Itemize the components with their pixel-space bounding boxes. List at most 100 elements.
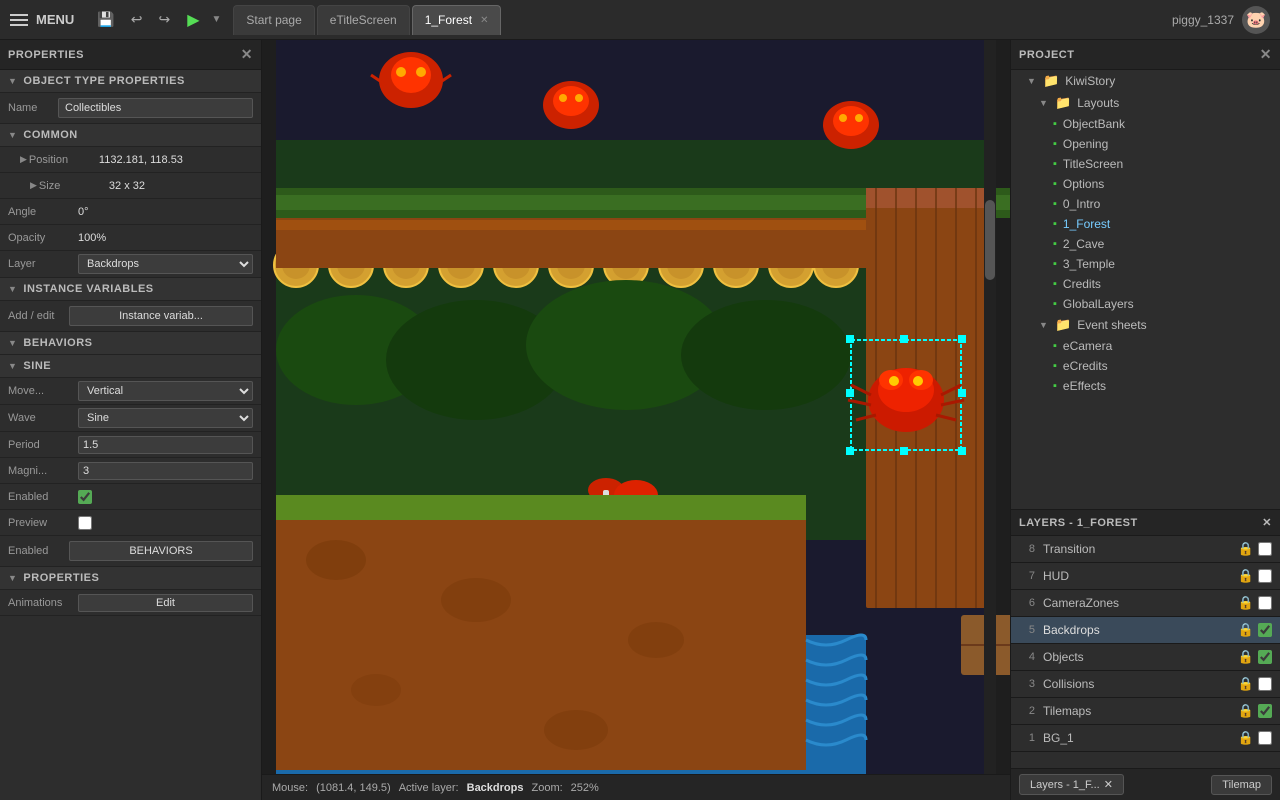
layer-row-5[interactable]: 5 Backdrops 🔒 <box>1011 617 1280 644</box>
tilemap-btn[interactable]: Tilemap <box>1211 775 1272 795</box>
period-input[interactable] <box>78 436 253 454</box>
tree-item-1forest[interactable]: ▪ 1_Forest <box>1011 214 1280 234</box>
layer-row-7[interactable]: 7 HUD 🔒 <box>1011 563 1280 590</box>
layers-tab-close[interactable]: ✕ <box>1104 778 1113 791</box>
layer-row-4[interactable]: 4 Objects 🔒 <box>1011 644 1280 671</box>
tree-item-3temple[interactable]: ▪ 3_Temple <box>1011 254 1280 274</box>
angle-value: 0° <box>78 206 253 218</box>
layer-select[interactable]: Backdrops <box>78 254 253 274</box>
lock-icon-8[interactable]: 🔒 <box>1238 541 1254 557</box>
layer-select-wrapper[interactable]: Backdrops <box>78 254 253 274</box>
tree-item-options-label: Options <box>1063 177 1104 191</box>
section-arrow-sine: ▼ <box>8 361 17 371</box>
tree-layouts[interactable]: ▼ 📁 Layouts <box>1011 92 1280 114</box>
lock-icon-7[interactable]: 🔒 <box>1238 568 1254 584</box>
lock-icon-3[interactable]: 🔒 <box>1238 676 1254 692</box>
tab-forest[interactable]: 1_Forest ✕ <box>412 5 502 35</box>
tree-event-sheets[interactable]: ▼ 📁 Event sheets <box>1011 314 1280 336</box>
layer-row-8[interactable]: 8 Transition 🔒 <box>1011 536 1280 563</box>
tree-item-titlescreen[interactable]: ▪ TitleScreen <box>1011 154 1280 174</box>
project-close[interactable]: ✕ <box>1260 46 1272 63</box>
tree-item-eeffects[interactable]: ▪ eEffects <box>1011 376 1280 396</box>
section-properties-sub[interactable]: ▼ PROPERTIES <box>0 567 261 590</box>
preview-checkbox[interactable] <box>78 516 92 530</box>
lock-icon-2[interactable]: 🔒 <box>1238 703 1254 719</box>
tree-item-objectbank[interactable]: ▪ ObjectBank <box>1011 114 1280 134</box>
section-behaviors[interactable]: ▼ BEHAVIORS <box>0 332 261 355</box>
section-common[interactable]: ▼ COMMON <box>0 124 261 147</box>
menu-label[interactable]: MENU <box>36 12 74 27</box>
layer-row-6[interactable]: 6 CameraZones 🔒 <box>1011 590 1280 617</box>
menu-area[interactable]: MENU <box>0 12 84 27</box>
tree-file-icon-objectbank: ▪ <box>1053 118 1057 130</box>
instance-add-edit-label: Add / edit <box>8 310 63 322</box>
section-instance-vars[interactable]: ▼ INSTANCE VARIABLES <box>0 278 261 301</box>
toolbar-icons: 💾 ↩ ↪ ▶ ▼ <box>84 8 229 32</box>
canvas-area[interactable]: Mouse: (1081.4, 149.5) Active layer: Bac… <box>262 40 1010 800</box>
redo-button[interactable]: ↪ <box>153 8 175 31</box>
tab-title-screen[interactable]: eTitleScreen <box>317 5 410 35</box>
animations-edit-btn[interactable]: Edit <box>78 594 253 612</box>
tree-item-2cave[interactable]: ▪ 2_Cave <box>1011 234 1280 254</box>
tree-item-options[interactable]: ▪ Options <box>1011 174 1280 194</box>
move-select[interactable]: Vertical <box>78 381 253 401</box>
move-select-wrapper[interactable]: Vertical <box>78 381 253 401</box>
layer-vis-3[interactable] <box>1258 677 1272 691</box>
tree-item-titlescreen-label: TitleScreen <box>1063 157 1123 171</box>
tree-item-credits[interactable]: ▪ Credits <box>1011 274 1280 294</box>
layers-tab-btn[interactable]: Layers - 1_F... ✕ <box>1019 774 1124 795</box>
position-label: Position <box>29 154 99 166</box>
opacity-label: Opacity <box>8 232 78 244</box>
magni-input[interactable] <box>78 462 253 480</box>
tree-file-icon-3temple: ▪ <box>1053 258 1057 270</box>
save-button[interactable]: 💾 <box>92 8 119 31</box>
layer-vis-7[interactable] <box>1258 569 1272 583</box>
instance-add-edit-btn[interactable]: Instance variab... <box>69 306 253 326</box>
animations-row: Animations Edit <box>0 590 261 616</box>
hamburger-icon[interactable] <box>10 14 28 26</box>
section-sine[interactable]: ▼ SINE <box>0 355 261 378</box>
lock-icon-1[interactable]: 🔒 <box>1238 730 1254 746</box>
play-dropdown[interactable]: ▼ <box>212 14 222 25</box>
tree-item-ecamera[interactable]: ▪ eCamera <box>1011 336 1280 356</box>
tree-item-0intro[interactable]: ▪ 0_Intro <box>1011 194 1280 214</box>
section-object-type-props[interactable]: ▼ OBJECT TYPE PROPERTIES <box>0 70 261 93</box>
tree-item-opening[interactable]: ▪ Opening <box>1011 134 1280 154</box>
top-bar: MENU 💾 ↩ ↪ ▶ ▼ Start page eTitleScreen 1… <box>0 0 1280 40</box>
layer-vis-8[interactable] <box>1258 542 1272 556</box>
tree-file-icon-opening: ▪ <box>1053 138 1057 150</box>
tree-root[interactable]: ▼ 📁 KiwiStory <box>1011 70 1280 92</box>
tab-forest-close[interactable]: ✕ <box>480 15 488 26</box>
wave-label: Wave <box>8 412 78 424</box>
undo-button[interactable]: ↩ <box>126 8 148 31</box>
layer-vis-4[interactable] <box>1258 650 1272 664</box>
layers-title: LAYERS - 1_FOREST <box>1019 517 1138 529</box>
layer-name-7: HUD <box>1043 569 1230 583</box>
layer-vis-6[interactable] <box>1258 596 1272 610</box>
tab-start-page[interactable]: Start page <box>233 5 314 35</box>
layers-close[interactable]: ✕ <box>1262 516 1272 529</box>
name-input[interactable] <box>58 98 253 118</box>
play-button[interactable]: ▶ <box>181 8 205 32</box>
layer-row-3[interactable]: 3 Collisions 🔒 <box>1011 671 1280 698</box>
behaviors-add-edit-btn[interactable]: BEHAVIORS <box>69 541 253 561</box>
layer-vis-1[interactable] <box>1258 731 1272 745</box>
lock-icon-4[interactable]: 🔒 <box>1238 649 1254 665</box>
tree-item-ecredits[interactable]: ▪ eCredits <box>1011 356 1280 376</box>
lock-icon-6[interactable]: 🔒 <box>1238 595 1254 611</box>
size-label: Size <box>39 180 109 192</box>
tree-item-globallayers[interactable]: ▪ GlobalLayers <box>1011 294 1280 314</box>
section-arrow-props-sub: ▼ <box>8 573 17 583</box>
layer-row-1[interactable]: 1 BG_1 🔒 <box>1011 725 1280 752</box>
properties-close[interactable]: ✕ <box>241 46 253 63</box>
lock-icon-5[interactable]: 🔒 <box>1238 622 1254 638</box>
enabled-checkbox[interactable] <box>78 490 92 504</box>
layer-row-2[interactable]: 2 Tilemaps 🔒 <box>1011 698 1280 725</box>
layer-vis-2[interactable] <box>1258 704 1272 718</box>
avatar[interactable]: 🐷 <box>1242 6 1270 34</box>
tab-start-label: Start page <box>246 13 301 27</box>
wave-select-wrapper[interactable]: Sine <box>78 408 253 428</box>
wave-select[interactable]: Sine <box>78 408 253 428</box>
canvas-viewport[interactable] <box>262 40 1010 774</box>
layer-vis-5[interactable] <box>1258 623 1272 637</box>
